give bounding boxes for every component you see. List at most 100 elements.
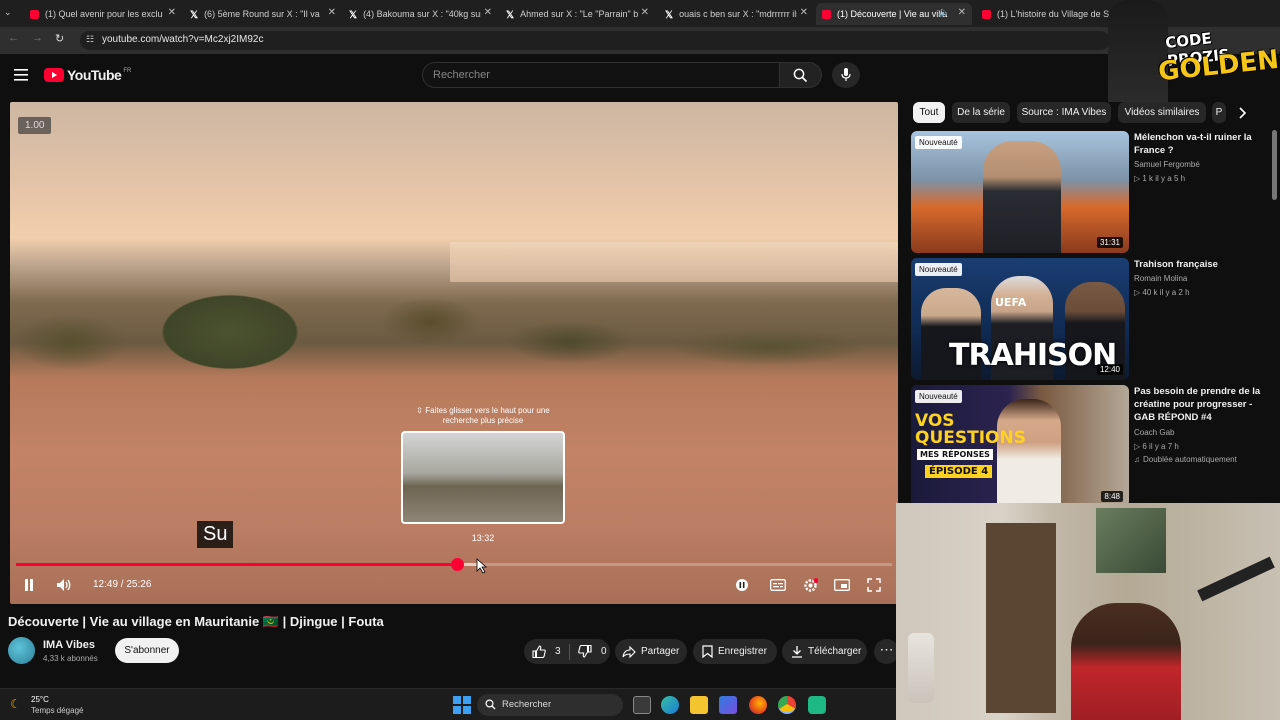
start-pane	[453, 696, 461, 704]
search-input[interactable]: Rechercher	[422, 62, 780, 88]
file-explorer-icon[interactable]	[690, 696, 708, 714]
close-icon[interactable]: ✕	[958, 7, 966, 18]
speaker-icon[interactable]: 🔈	[939, 7, 950, 18]
close-icon[interactable]: ✕	[800, 7, 808, 18]
start-pane	[463, 696, 471, 704]
progress-bar[interactable]	[16, 558, 892, 571]
subscribe-button[interactable]: S'abonner	[115, 638, 179, 663]
reco-extra-3: ♫ Doublée automatiquement	[1134, 455, 1237, 464]
tab-search-button[interactable]: ⌄	[4, 7, 18, 21]
like-button[interactable]: 3	[524, 645, 569, 658]
reco-meta-1: ▷ 1 k il y a 5 h	[1134, 174, 1186, 183]
site-info-icon[interactable]: ☷	[86, 34, 94, 45]
reco-channel-1[interactable]: Samuel Fergombé	[1134, 160, 1200, 169]
reco-title-1[interactable]: Mélenchon va-t-il ruiner la France ?	[1134, 131, 1272, 157]
download-icon	[792, 646, 802, 658]
browser-tab-2[interactable]: 𝕏 (6) 5ème Round sur X : "Il va sort ✕	[184, 3, 342, 25]
download-label: Télécharger	[808, 646, 862, 657]
browser-tab-1[interactable]: (1) Quel avenir pour les exclus ✕	[24, 3, 182, 25]
youtube-logo[interactable]: YouTube FR	[44, 67, 131, 83]
browser-tab-7[interactable]: (1) L'histoire du Village de Sur ✕	[976, 3, 1126, 25]
thumb-headline: VOS QUESTIONS	[915, 411, 1026, 448]
channel-avatar[interactable]	[8, 637, 35, 664]
subtitles-button[interactable]	[768, 576, 788, 594]
youtube-icon	[822, 9, 831, 19]
url-field[interactable]: ☷ youtube.com/watch?v=Mc2xj2IM92c	[80, 31, 1110, 50]
chip-source[interactable]: Source : IMA Vibes	[1017, 102, 1111, 123]
seek-preview-time: 13:32	[471, 533, 495, 543]
autoplay-toggle[interactable]	[734, 576, 750, 594]
pause-button[interactable]	[20, 576, 38, 594]
settings-button[interactable]	[800, 576, 820, 594]
like-count: 3	[555, 646, 561, 657]
reco-channel-3[interactable]: Coach Gab	[1134, 428, 1174, 437]
share-icon	[622, 645, 636, 658]
chip-partial[interactable]: P	[1212, 102, 1226, 123]
close-icon[interactable]: ✕	[484, 7, 492, 18]
channel-name[interactable]: IMA Vibes	[43, 639, 95, 651]
browser-tab-5[interactable]: 𝕏 ouais c ben sur X : "mdrrrrrr ils ✕	[659, 3, 814, 25]
duration-badge: 31:31	[1096, 237, 1123, 248]
sidebar-scrollbar[interactable]	[1272, 130, 1277, 200]
reco-title-3[interactable]: Pas besoin de prendre de la créatine pou…	[1134, 385, 1272, 424]
progress-played-fill	[16, 563, 457, 566]
thumb-small-text: MES RÉPONSES	[917, 449, 993, 460]
reco-thumbnail-2[interactable]: UEFA TRAHISON Nouveauté 12:40	[911, 258, 1129, 380]
weather-icon: ☾	[10, 697, 21, 711]
fullscreen-icon	[867, 578, 881, 592]
drag-hint-line: ⇳ Faites glisser vers le haut pour une	[416, 406, 550, 415]
volume-icon	[57, 579, 71, 591]
search-placeholder: Rechercher	[433, 69, 490, 81]
logo-text: YouTube	[67, 67, 122, 83]
video-title: Découverte | Vie au village en Mauritani…	[8, 614, 384, 629]
reload-icon[interactable]: ↻	[55, 32, 64, 45]
browser-tab-3[interactable]: 𝕏 (4) Bakouma sur X : "40kg sur ✕	[343, 3, 498, 25]
browser-tab-4[interactable]: 𝕏 Ahmed sur X : "Le "Parrain" bal ✕	[500, 3, 655, 25]
chip-series[interactable]: De la série	[952, 102, 1010, 123]
close-icon[interactable]: ✕	[168, 7, 176, 18]
app-icon[interactable]	[808, 696, 826, 714]
save-label: Enregistrer	[718, 646, 767, 657]
volume-button[interactable]	[54, 576, 74, 594]
store-icon[interactable]	[719, 696, 737, 714]
subtitles-icon	[770, 579, 786, 591]
browser-tab-6-active[interactable]: (1) Découverte | Vie au villa 🔈 ✕	[816, 3, 972, 25]
save-button[interactable]: Enregistrer	[693, 639, 777, 664]
taskbar-search[interactable]: Rechercher	[477, 694, 623, 716]
forward-icon[interactable]: →	[32, 32, 43, 44]
close-icon[interactable]: ✕	[641, 7, 649, 18]
new-badge: Nouveauté	[915, 390, 962, 403]
dislike-button[interactable]: 0	[570, 645, 607, 658]
tab-title: (6) 5ème Round sur X : "Il va sort	[204, 9, 322, 19]
back-icon[interactable]: ←	[8, 32, 19, 44]
browser-tab-bar: ⌄ (1) Quel avenir pour les exclus ✕ 𝕏 (6…	[0, 0, 1280, 27]
edge-icon[interactable]	[661, 696, 679, 714]
chip-similar[interactable]: Vidéos similaires	[1118, 102, 1206, 123]
chrome-icon[interactable]	[778, 696, 796, 714]
subscriber-count: 4,33 k abonnés	[43, 654, 98, 663]
reco-thumbnail-3[interactable]: VOS QUESTIONS MES RÉPONSES ÉPISODE 4 Nou…	[911, 385, 1129, 507]
video-player[interactable]: 1.00 ⇳ Faites glisser vers le haut pour …	[10, 102, 898, 604]
pause-icon	[25, 579, 33, 591]
fullscreen-button[interactable]	[864, 576, 884, 594]
voice-search-button[interactable]	[832, 62, 860, 88]
task-view-icon[interactable]	[633, 696, 651, 714]
firefox-icon[interactable]	[749, 696, 767, 714]
search-button[interactable]	[780, 62, 822, 88]
chip-all[interactable]: Tout	[913, 102, 945, 123]
reco-channel-2[interactable]: Romain Molina	[1134, 274, 1187, 283]
share-button[interactable]: Partager	[615, 639, 687, 664]
microphone-icon	[841, 68, 851, 81]
reco-thumbnail-1[interactable]: Nouveauté 31:31	[911, 131, 1129, 253]
download-button[interactable]: Télécharger	[782, 639, 867, 664]
miniplayer-button[interactable]	[832, 576, 852, 594]
water-bottle-shape	[908, 633, 934, 703]
close-icon[interactable]: ✕	[328, 7, 336, 18]
chips-next-button[interactable]	[1232, 104, 1252, 122]
reco-title-2[interactable]: Trahison française	[1134, 258, 1272, 271]
windows-start-icon[interactable]	[453, 696, 471, 714]
thumb-headline: TRAHISON	[949, 338, 1117, 373]
progress-scrubber-handle[interactable]	[450, 558, 464, 571]
thumb-person-figure	[983, 141, 1061, 253]
menu-icon[interactable]	[14, 69, 28, 81]
